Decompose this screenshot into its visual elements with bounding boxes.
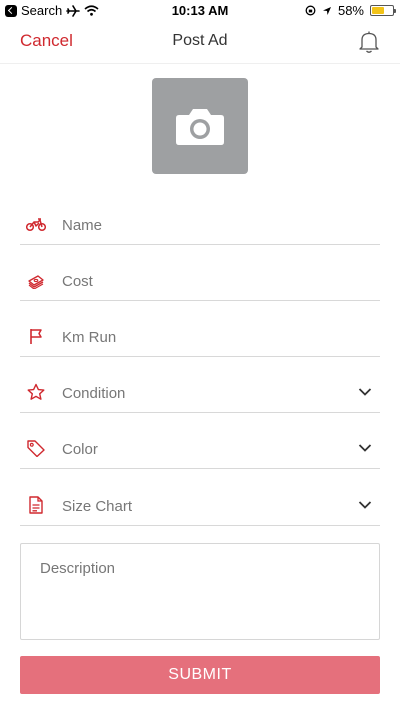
size-chart-placeholder: Size Chart (62, 498, 133, 515)
bell-icon[interactable] (358, 30, 380, 54)
name-field[interactable]: Name (20, 207, 380, 245)
page-title: Post Ad (172, 32, 228, 49)
document-icon (29, 496, 43, 514)
location-arrow-icon (322, 6, 331, 15)
tag-icon (27, 440, 45, 457)
color-select[interactable]: Color (20, 431, 380, 469)
battery-percent: 58% (337, 3, 364, 18)
chevron-down-icon (358, 388, 372, 396)
camera-icon (176, 109, 224, 145)
star-icon (27, 383, 45, 400)
condition-select[interactable]: Condition (20, 375, 380, 413)
status-bar: Search 10:13 AM 58% (0, 0, 400, 20)
km-run-placeholder: Km Run (62, 329, 117, 346)
cost-field[interactable]: Cost (20, 263, 380, 301)
battery-level (372, 7, 384, 14)
km-run-field[interactable]: Km Run (20, 319, 380, 357)
screen-lock-icon (305, 5, 316, 16)
chevron-down-icon (358, 501, 372, 509)
size-chart-select[interactable]: Size Chart (20, 488, 380, 526)
name-placeholder: Name (62, 217, 103, 234)
battery-icon (370, 5, 396, 16)
money-icon (28, 275, 44, 289)
flag-icon (30, 329, 42, 344)
chevron-down-icon (358, 444, 372, 452)
submit-button[interactable]: SUBMIT (20, 656, 380, 694)
motorcycle-icon (26, 218, 46, 232)
cost-placeholder: Cost (62, 273, 93, 290)
description-placeholder: Description (40, 560, 116, 577)
nav-bar: Cancel Post Ad (0, 20, 400, 64)
condition-placeholder: Condition (62, 385, 126, 402)
color-placeholder: Color (62, 441, 98, 458)
add-photo-button[interactable] (152, 78, 248, 174)
description-textarea[interactable]: Description (20, 543, 380, 640)
